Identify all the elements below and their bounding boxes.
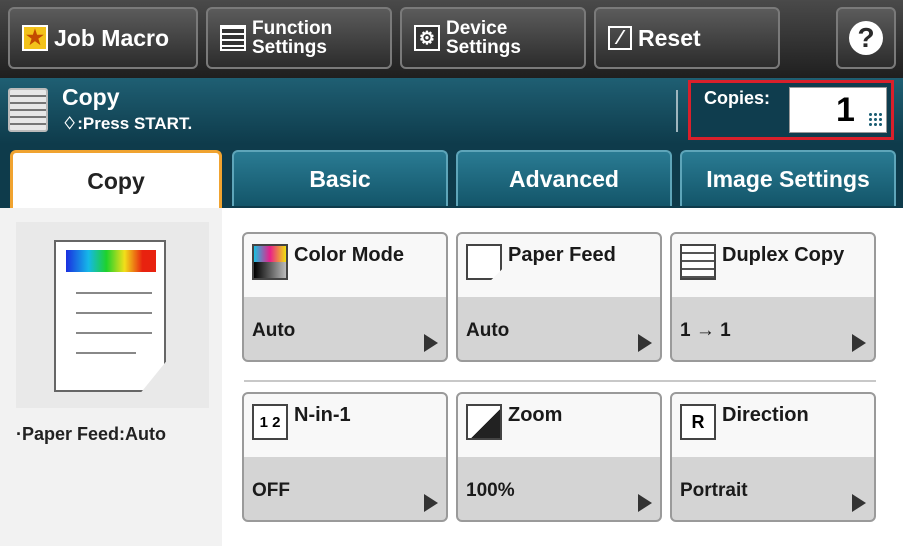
function-settings-icon [220, 25, 246, 51]
duplex-copy-label: Duplex Copy [722, 244, 845, 266]
zoom-icon [466, 404, 502, 440]
duplex-copy-value: 1 → 1 [680, 320, 731, 341]
preview-line [76, 312, 152, 314]
arrow-right-icon [424, 334, 438, 352]
function-settings-label-line1: Function [252, 18, 333, 39]
device-settings-icon: ⚙ [414, 25, 440, 51]
duplex-copy-button[interactable]: Duplex Copy 1 → 1 [670, 232, 876, 362]
paper-feed-value: Auto [466, 320, 510, 341]
job-macro-button[interactable]: ★ Job Macro [8, 7, 198, 69]
direction-button[interactable]: R Direction Portrait [670, 392, 876, 522]
tab-advanced[interactable]: Advanced [456, 150, 672, 206]
arrow-right-icon [852, 494, 866, 512]
status-divider [676, 90, 678, 132]
start-prompt: ♢:Press START. [62, 114, 193, 133]
help-icon: ? [849, 21, 883, 55]
keypad-icon[interactable] [868, 112, 882, 126]
device-settings-button[interactable]: ⚙ Device Settings [400, 7, 586, 69]
preview-line [76, 292, 152, 294]
zoom-button[interactable]: Zoom 100% [456, 392, 662, 522]
color-mode-icon [252, 244, 288, 280]
direction-value: Portrait [680, 480, 748, 501]
function-settings-label-line2: Settings [252, 37, 327, 58]
color-mode-button[interactable]: Color Mode Auto [242, 232, 448, 362]
mode-title: Copy [62, 84, 120, 110]
arrow-right-icon [638, 334, 652, 352]
tab-advanced-label: Advanced [509, 165, 619, 192]
paper-feed-icon [466, 244, 502, 280]
function-settings-button[interactable]: Function Settings [206, 7, 392, 69]
tab-image-settings[interactable]: Image Settings [680, 150, 896, 206]
copies-value: 1 [836, 91, 855, 129]
color-mode-label: Color Mode [294, 244, 404, 266]
arrow-right-icon [852, 334, 866, 352]
zoom-value: 100% [466, 480, 515, 501]
tab-copy-label: Copy [87, 168, 145, 194]
arrow-right-icon [424, 494, 438, 512]
direction-icon: R [680, 404, 716, 440]
preview-line [76, 352, 136, 354]
n-in-1-button[interactable]: 1 2 N-in-1 OFF [242, 392, 448, 522]
n-in-1-label: N-in-1 [294, 404, 351, 426]
paper-feed-info: ·Paper Feed:Auto [16, 424, 167, 444]
duplex-copy-icon [680, 244, 716, 280]
copy-mode-icon [8, 88, 48, 132]
tab-basic-label: Basic [309, 165, 371, 192]
n-in-1-value: OFF [252, 480, 290, 501]
preview-line [76, 332, 152, 334]
reset-button[interactable]: ⁄ Reset [594, 7, 780, 69]
device-settings-label-line2: Settings [446, 37, 521, 58]
tab-image-settings-label: Image Settings [706, 165, 870, 192]
color-strip-preview [66, 250, 156, 272]
arrow-right-icon [638, 494, 652, 512]
tab-basic[interactable]: Basic [232, 150, 448, 206]
color-mode-value: Auto [252, 320, 296, 341]
copies-label: Copies: [704, 88, 771, 108]
zoom-label: Zoom [508, 404, 563, 426]
star-icon: ★ [22, 25, 48, 51]
button-row-divider [244, 380, 876, 382]
reset-label: Reset [638, 24, 701, 51]
reset-icon: ⁄ [608, 26, 632, 50]
device-settings-label-line1: Device [446, 18, 508, 39]
n-in-1-icon: 1 2 [252, 404, 288, 440]
direction-label: Direction [722, 404, 809, 426]
job-macro-label: Job Macro [54, 24, 170, 51]
help-button[interactable]: ? [836, 7, 896, 69]
paper-feed-label: Paper Feed [508, 244, 616, 266]
paper-feed-button[interactable]: Paper Feed Auto [456, 232, 662, 362]
tab-copy[interactable]: Copy [10, 150, 222, 210]
